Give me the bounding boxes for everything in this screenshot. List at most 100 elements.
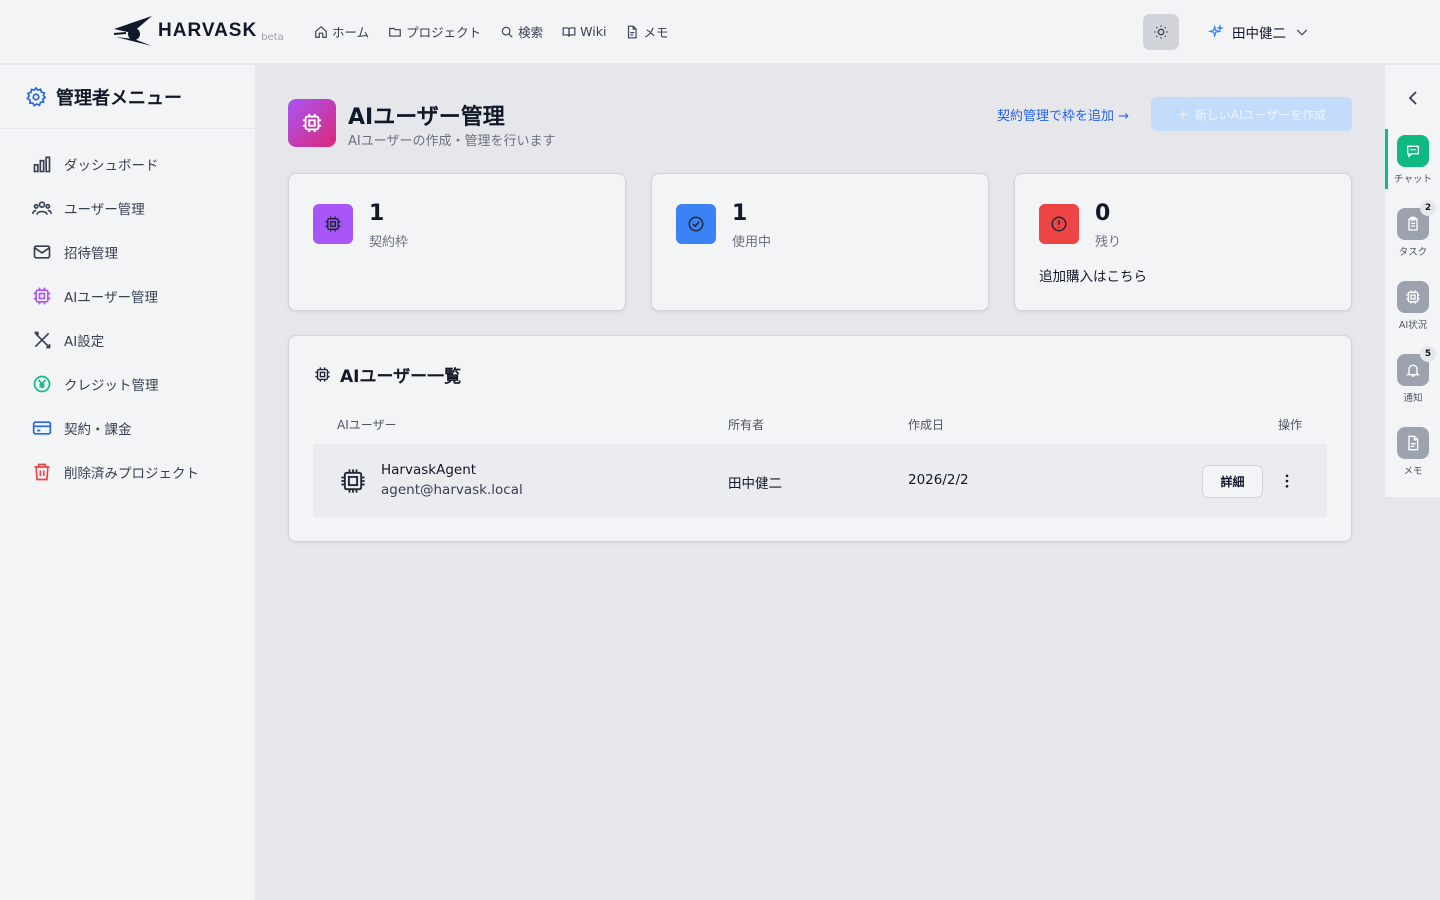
chevron-left-icon[interactable] <box>1405 89 1421 107</box>
cpu-icon <box>1406 290 1420 304</box>
nav-search[interactable]: 検索 <box>500 22 543 41</box>
nav-label: 検索 <box>518 25 544 40</box>
sidebar-item-label: クレジット管理 <box>64 378 159 394</box>
ai-user-name: HarvaskAgent <box>381 462 477 478</box>
plus-icon: ＋ <box>1176 107 1189 122</box>
list-title-text: AIユーザー一覧 <box>340 367 462 387</box>
column-header-actions: 操作 <box>1278 418 1303 432</box>
user-menu[interactable]: 田中健二 <box>1208 22 1310 42</box>
column-header-owner: 所有者 <box>728 418 765 432</box>
sidebar-item-deleted-projects[interactable]: 削除済みプロジェクト <box>0 450 255 494</box>
tools-icon <box>34 331 51 349</box>
sidebar-item-ai-users[interactable]: AIユーザー管理 <box>0 274 255 318</box>
search-icon <box>501 26 513 38</box>
nav-label: Wiki <box>580 24 607 39</box>
rail-label: 通知 <box>1403 393 1423 404</box>
stat-card-contract: 1 契約枠 <box>288 173 626 311</box>
rail-button[interactable] <box>1397 427 1429 459</box>
sidebar-item-label: 削除済みプロジェクト <box>64 466 199 482</box>
notification-count-badge: 5 <box>1420 346 1436 362</box>
logo-text: HARVASK <box>158 20 258 41</box>
nav-memo[interactable]: メモ <box>625 22 668 41</box>
page-icon <box>288 99 336 147</box>
cpu-icon <box>302 113 322 133</box>
ai-user-email: agent@harvask.local <box>381 482 523 498</box>
sidebar-item-label: ユーザー管理 <box>64 202 145 218</box>
nav-label: ホーム <box>332 25 370 40</box>
nav-label: メモ <box>643 25 669 40</box>
rail-item-notifications[interactable]: 5 通知 <box>1385 346 1440 404</box>
nav-projects[interactable]: プロジェクト <box>388 22 481 41</box>
nav-wiki[interactable]: Wiki <box>562 22 606 41</box>
right-rail: チャット 2 タスク AI状況 5 通知 メモ <box>1384 65 1440 498</box>
purchase-more-link[interactable]: 追加購入はこちら <box>1039 265 1147 285</box>
chevron-down-icon <box>1296 29 1308 36</box>
contract-management-link[interactable]: 契約管理で枠を追加 → <box>997 105 1129 124</box>
logo[interactable]: HARVASK beta <box>112 14 284 48</box>
trash-icon <box>34 463 50 481</box>
sidebar-item-ai-settings[interactable]: AI設定 <box>0 318 255 362</box>
rail-button[interactable]: 5 <box>1397 346 1436 386</box>
rail-item-tasks[interactable]: 2 タスク <box>1385 200 1440 258</box>
rail-button[interactable] <box>1397 281 1429 313</box>
rail-label: メモ <box>1403 466 1423 477</box>
home-icon <box>315 25 327 38</box>
rail-label: タスク <box>1398 247 1428 258</box>
yen-icon <box>33 375 51 393</box>
cpu-icon <box>341 469 365 493</box>
more-options-button[interactable] <box>1277 469 1297 493</box>
stat-label: 契約枠 <box>369 235 409 250</box>
logo-icon <box>113 16 152 46</box>
stat-value: 1 <box>369 201 385 226</box>
rail-item-ai-status[interactable]: AI状況 <box>1385 281 1440 331</box>
chart-icon <box>33 156 51 173</box>
sidebar-item-credits[interactable]: クレジット管理 <box>0 362 255 406</box>
ai-user-list-card: AIユーザー一覧 AIユーザー 所有者 作成日 操作 HarvaskAgent … <box>288 335 1352 542</box>
stat-card-remaining: 0 残り 追加購入はこちら <box>1014 173 1352 311</box>
sidebar-item-dashboard[interactable]: ダッシュボード <box>0 142 255 186</box>
gear-icon <box>26 85 47 107</box>
rail-label: AI状況 <box>1398 320 1428 331</box>
beta-badge: beta <box>261 31 284 43</box>
users-icon <box>32 201 52 215</box>
stat-label: 残り <box>1095 235 1122 250</box>
rail-button[interactable] <box>1397 135 1429 167</box>
stat-icon <box>313 204 353 244</box>
create-ai-user-button[interactable]: ＋ 新しいAIユーザーを作成 <box>1151 97 1352 131</box>
table-row: HarvaskAgent agent@harvask.local 田中健二 20… <box>313 445 1327 517</box>
sidebar-item-billing[interactable]: 契約・課金 <box>0 406 255 450</box>
folder-icon <box>389 27 401 37</box>
column-header-ai-user: AIユーザー <box>337 418 397 432</box>
sidebar-header: 管理者メニュー <box>0 65 255 129</box>
stat-icon <box>676 204 716 244</box>
chat-icon <box>1407 145 1419 158</box>
owner-name: 田中健二 <box>728 476 782 492</box>
sidebar-item-label: ダッシュボード <box>64 158 159 174</box>
sidebar-item-label: 招待管理 <box>64 246 118 262</box>
bell-icon <box>1406 364 1420 377</box>
sun-icon <box>1154 25 1168 39</box>
stat-card-in-use: 1 使用中 <box>651 173 989 311</box>
nav-label: プロジェクト <box>406 25 482 40</box>
cpu-icon <box>315 367 330 382</box>
rail-label: チャット <box>1394 174 1432 185</box>
stat-icon <box>1039 204 1079 244</box>
rail-item-memo[interactable]: メモ <box>1385 427 1440 477</box>
mail-icon <box>33 245 51 259</box>
kebab-icon <box>1285 474 1289 488</box>
alert-circle-icon <box>1051 216 1067 232</box>
sidebar-item-users[interactable]: ユーザー管理 <box>0 186 255 230</box>
theme-toggle-button[interactable] <box>1143 14 1179 50</box>
rail-item-chat[interactable]: チャット <box>1385 135 1440 185</box>
book-icon <box>562 26 576 37</box>
column-header-created: 作成日 <box>908 418 945 432</box>
page-subtitle: AIユーザーの作成・管理を行います <box>348 134 556 149</box>
sidebar-item-label: 契約・課金 <box>64 422 132 438</box>
detail-button[interactable]: 詳細 <box>1202 465 1263 498</box>
top-header: HARVASK beta ホーム プロジェクト 検索 Wiki メモ 田中健二 <box>0 0 1440 64</box>
rail-button[interactable]: 2 <box>1397 200 1436 240</box>
nav-home[interactable]: ホーム <box>314 22 369 41</box>
note-icon <box>1408 435 1419 451</box>
stat-label: 使用中 <box>732 235 772 250</box>
sidebar-item-invitations[interactable]: 招待管理 <box>0 230 255 274</box>
